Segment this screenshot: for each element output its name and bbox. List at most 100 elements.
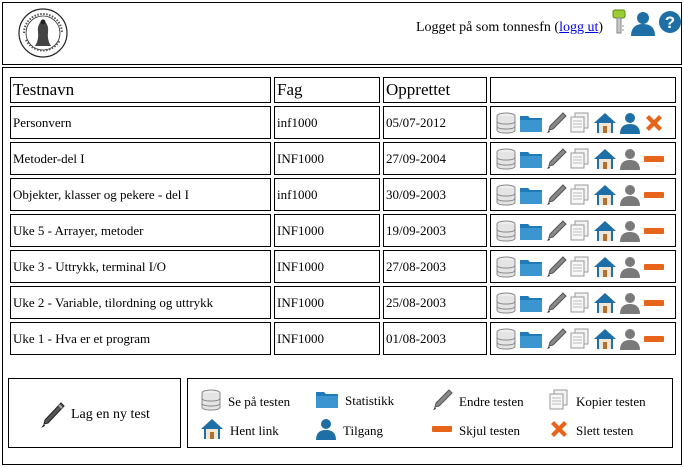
legend-link: Hent link [200, 418, 279, 444]
test-subject: inf1000 [274, 106, 380, 139]
minus-bar-icon[interactable] [643, 328, 665, 350]
row-actions [490, 178, 676, 211]
help-icon[interactable]: ? [658, 10, 682, 34]
copy-documents-icon[interactable] [569, 148, 591, 170]
test-name: Uke 5 - Arrayer, metoder [10, 214, 271, 247]
test-name: Objekter, klasser og pekere - del I [10, 178, 271, 211]
database-icon[interactable] [495, 184, 517, 206]
delete-x-icon [548, 418, 570, 444]
row-actions [490, 214, 676, 247]
test-name: Uke 2 - Variable, tilordning og uttrykk [10, 286, 271, 319]
test-subject: INF1000 [274, 286, 380, 319]
key-icon[interactable] [612, 9, 626, 35]
test-subject: INF1000 [274, 250, 380, 283]
database-icon[interactable] [495, 148, 517, 170]
copy-documents-icon[interactable] [569, 184, 591, 206]
house-icon[interactable] [593, 148, 617, 170]
legend-copy-label: Kopier testen [576, 394, 646, 409]
folder-icon[interactable] [519, 257, 543, 277]
folder-icon[interactable] [519, 149, 543, 169]
folder-icon [315, 389, 339, 413]
database-icon[interactable] [495, 292, 517, 314]
logout-link[interactable]: logg ut [559, 20, 598, 35]
pen-icon [41, 402, 65, 428]
legend-copy: Kopier testen [548, 389, 646, 415]
user-icon[interactable] [619, 148, 641, 170]
pencil-icon[interactable] [545, 219, 567, 242]
legend-edit: Endre testen [431, 389, 524, 415]
pencil-icon[interactable] [545, 327, 567, 350]
header-bar: Logget på som tonnesfn (logg ut) ? [2, 2, 682, 65]
user-icon[interactable] [619, 220, 641, 242]
test-name: Uke 3 - Uttrykk, terminal I/O [10, 250, 271, 283]
pencil-icon[interactable] [545, 291, 567, 314]
test-name: Uke 1 - Hva er et program [10, 322, 271, 355]
house-icon[interactable] [593, 292, 617, 314]
icon-legend: Se på testen Statistikk Endre testen Kop… [187, 378, 673, 448]
house-icon[interactable] [593, 328, 617, 350]
user-icon[interactable] [619, 112, 641, 134]
table-row: Uke 5 - Arrayer, metoder INF1000 19/09-2… [10, 214, 676, 247]
minus-bar-icon[interactable] [643, 184, 665, 206]
database-icon[interactable] [495, 256, 517, 278]
folder-icon[interactable] [519, 329, 543, 349]
folder-icon[interactable] [519, 293, 543, 313]
minus-bar-icon[interactable] [643, 220, 665, 242]
test-created: 25/08-2003 [383, 286, 487, 319]
user-icon[interactable] [619, 328, 641, 350]
copy-documents-icon[interactable] [569, 256, 591, 278]
svg-text:?: ? [665, 13, 675, 32]
user-icon[interactable] [619, 184, 641, 206]
new-test-button[interactable]: Lag en ny test [39, 401, 150, 429]
database-icon[interactable] [495, 220, 517, 242]
test-subject: INF1000 [274, 142, 380, 175]
minus-bar-icon[interactable] [643, 256, 665, 278]
minus-bar-icon [431, 418, 453, 444]
table-row: Objekter, klasser og pekere - del I inf1… [10, 178, 676, 211]
folder-icon[interactable] [519, 185, 543, 205]
minus-bar-icon[interactable] [643, 148, 665, 170]
legend-view-label: Se på testen [228, 394, 291, 409]
house-icon[interactable] [593, 256, 617, 278]
pencil-icon[interactable] [545, 255, 567, 278]
column-header-name: Testnavn [10, 77, 271, 103]
minus-bar-icon[interactable] [643, 292, 665, 314]
user-icon[interactable] [619, 256, 641, 278]
house-icon[interactable] [593, 220, 617, 242]
tests-table: Testnavn Fag Opprettet Personvern inf100… [7, 77, 679, 355]
folder-icon[interactable] [519, 113, 543, 133]
user-profile-icon[interactable] [630, 10, 656, 36]
row-actions [490, 142, 676, 175]
legend-link-label: Hent link [230, 423, 279, 438]
copy-documents-icon[interactable] [569, 292, 591, 314]
database-icon[interactable] [495, 112, 517, 134]
copy-documents-icon[interactable] [569, 220, 591, 242]
folder-icon[interactable] [519, 221, 543, 241]
pencil-icon[interactable] [545, 147, 567, 170]
table-row: Uke 3 - Uttrykk, terminal I/O INF1000 27… [10, 250, 676, 283]
copy-documents-icon[interactable] [569, 328, 591, 350]
test-created: 01/08-2003 [383, 322, 487, 355]
row-actions [490, 250, 676, 283]
legend-access: Tilgang [315, 418, 383, 444]
database-icon[interactable] [495, 328, 517, 350]
new-test-label: Lag en ny test [71, 407, 150, 422]
copy-documents-icon[interactable] [569, 112, 591, 134]
house-icon[interactable] [593, 112, 617, 134]
legend-stats-label: Statistikk [345, 393, 395, 408]
university-seal-logo [18, 8, 68, 58]
user-icon [315, 418, 337, 444]
legend-edit-label: Endre testen [459, 394, 524, 409]
test-name: Personvern [10, 106, 271, 139]
pencil-icon[interactable] [545, 111, 567, 134]
new-test-box: Lag en ny test [8, 378, 181, 448]
database-icon [200, 389, 222, 415]
test-created: 19/09-2003 [383, 214, 487, 247]
house-icon[interactable] [593, 184, 617, 206]
column-header-created: Opprettet [383, 77, 487, 103]
delete-x-icon[interactable] [643, 112, 665, 134]
user-icon[interactable] [619, 292, 641, 314]
column-header-subject: Fag [274, 77, 380, 103]
legend-view: Se på testen [200, 389, 290, 415]
pencil-icon[interactable] [545, 183, 567, 206]
